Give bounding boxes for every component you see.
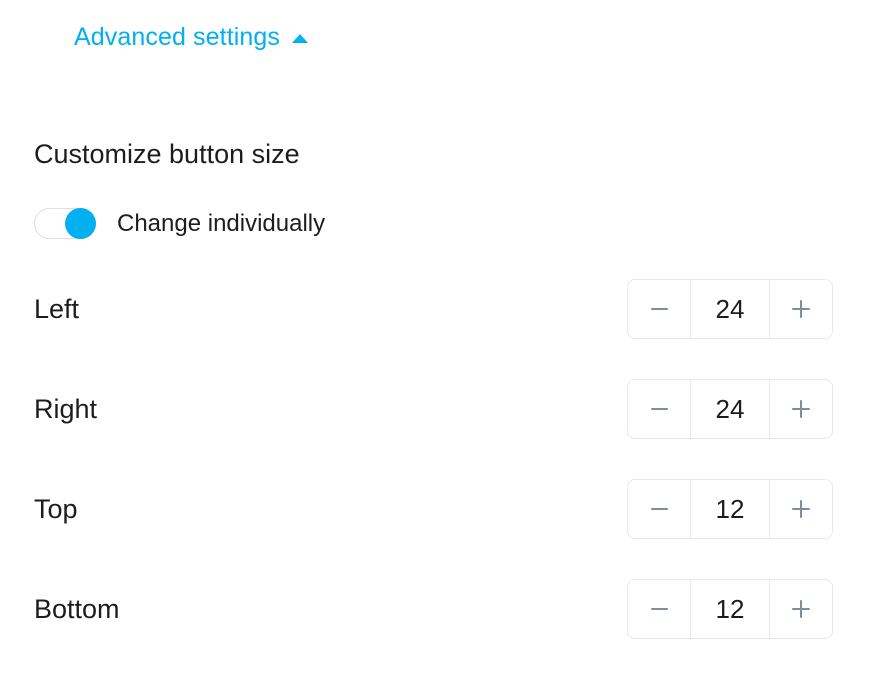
switch-knob (65, 208, 96, 239)
left-value[interactable]: 24 (690, 280, 770, 338)
change-individually-switch[interactable] (34, 208, 96, 239)
right-decrement-button[interactable] (628, 380, 690, 438)
minus-icon (650, 507, 668, 511)
change-individually-label: Change individually (117, 209, 326, 237)
caret-up-icon (292, 34, 308, 43)
plus-icon (792, 400, 810, 418)
right-stepper: 24 (627, 379, 833, 439)
size-row-left: Left 24 (0, 279, 890, 339)
size-row-label: Right (34, 393, 98, 424)
size-row-label: Bottom (34, 593, 120, 624)
plus-icon (792, 500, 810, 518)
top-decrement-button[interactable] (628, 480, 690, 538)
top-stepper: 12 (627, 479, 833, 539)
right-increment-button[interactable] (770, 380, 832, 438)
minus-icon (650, 407, 668, 411)
size-row-label: Top (34, 493, 78, 524)
bottom-increment-button[interactable] (770, 580, 832, 638)
bottom-stepper: 12 (627, 579, 833, 639)
left-increment-button[interactable] (770, 280, 832, 338)
size-row-top: Top 12 (0, 479, 890, 539)
size-rows: Left 24 Right 24 Top 12 Bottom 12 (0, 279, 890, 639)
section-heading: Customize button size (34, 139, 300, 169)
top-value[interactable]: 12 (690, 480, 770, 538)
advanced-settings-label: Advanced settings (74, 23, 280, 51)
plus-icon (792, 600, 810, 618)
top-increment-button[interactable] (770, 480, 832, 538)
size-row-bottom: Bottom 12 (0, 579, 890, 639)
bottom-decrement-button[interactable] (628, 580, 690, 638)
bottom-value[interactable]: 12 (690, 580, 770, 638)
change-individually-row: Change individually (34, 208, 325, 239)
minus-icon (650, 607, 668, 611)
minus-icon (650, 307, 668, 311)
right-value[interactable]: 24 (690, 380, 770, 438)
advanced-settings-toggle[interactable]: Advanced settings (74, 22, 308, 53)
left-decrement-button[interactable] (628, 280, 690, 338)
size-row-label: Left (34, 293, 80, 324)
left-stepper: 24 (627, 279, 833, 339)
size-row-right: Right 24 (0, 379, 890, 439)
plus-icon (792, 300, 810, 318)
